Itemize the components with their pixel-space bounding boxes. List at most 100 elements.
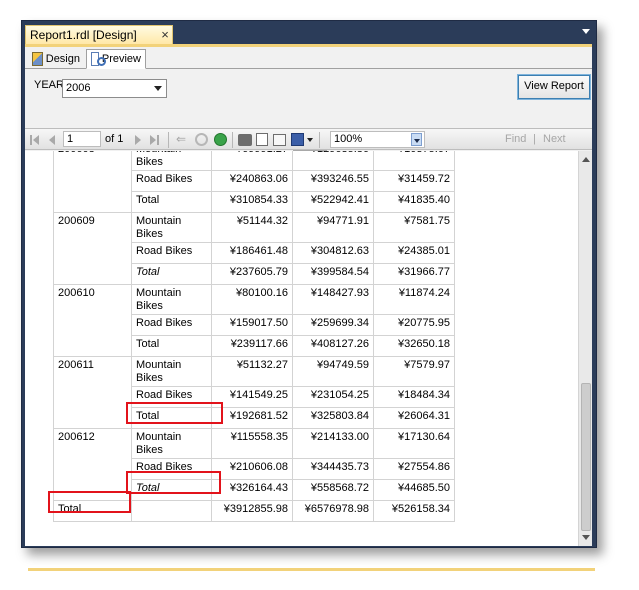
designer-content: Design Preview YEAR 2006 View Report 1 o… [25,44,595,571]
value-cell: ¥26064.31 [373,407,455,429]
value-cell: ¥17130.64 [373,428,455,459]
value-cell: ¥31966.77 [373,263,455,285]
first-page-icon[interactable] [33,135,39,145]
zoom-select[interactable]: 100% [330,131,425,148]
print-icon[interactable] [238,134,252,146]
value-cell: ¥7581.75 [373,212,455,243]
table-row: 200608Mountain Bikes¥69991.27¥129635.86¥… [53,151,455,213]
refresh-icon[interactable] [214,133,227,146]
back-icon[interactable]: ⇐ [176,132,186,146]
value-cell: ¥148427.93 [292,284,374,315]
subcategory-cell: Mountain Bikes [131,428,212,459]
value-cell: ¥192681.52 [211,407,293,429]
next-button[interactable]: Next [543,133,566,147]
document-tab[interactable]: Report1.rdl [Design] × [25,25,173,44]
value-cell: ¥259699.34 [292,314,374,336]
preview-icon [91,52,106,66]
stop-icon[interactable] [195,133,208,146]
report-viewer: 200608Mountain Bikes¥69991.27¥129635.86¥… [25,151,592,546]
value-cell: ¥11874.24 [373,284,455,315]
scroll-down-icon[interactable] [582,535,590,540]
value-cell: ¥408127.26 [292,335,374,357]
window-menu-chevron-icon[interactable] [582,29,590,34]
subcategory-cell: Mountain Bikes [131,212,212,243]
month-cell: 200612 [53,428,132,501]
value-cell: ¥344435.73 [292,458,374,480]
year-select-value: 2006 [66,82,91,94]
highlight-box-total-200611 [126,402,223,424]
value-cell: ¥240863.06 [211,170,293,192]
value-cell: ¥80100.16 [211,284,293,315]
zoom-value: 100% [334,133,363,145]
value-cell: ¥159017.50 [211,314,293,336]
value-cell: ¥186461.48 [211,242,293,264]
empty-cell [131,500,212,522]
highlight-box-grand-total [48,491,131,513]
value-cell: ¥141549.25 [211,386,293,408]
value-cell: ¥558568.72 [292,479,374,501]
report-table: 200608Mountain Bikes¥69991.27¥129635.86¥… [53,151,455,522]
export-dropdown-icon[interactable] [307,138,313,142]
value-cell: ¥41835.40 [373,191,455,213]
chevron-down-icon [411,133,422,146]
scrollbar-thumb[interactable] [581,383,591,531]
value-cell: ¥7579.97 [373,356,455,387]
subcategory-cell: Mountain Bikes [131,284,212,315]
export-icon[interactable] [291,133,304,146]
view-tabs: Design Preview [25,47,592,69]
subcategory-cell: Total [131,191,212,213]
toolbar-separator [319,132,320,148]
page-setup-icon[interactable] [273,134,286,146]
subcategory-cell: Mountain Bikes [131,356,212,387]
current-page-input[interactable]: 1 [63,131,101,147]
value-cell: ¥214133.00 [292,428,374,459]
year-select[interactable]: 2006 [62,79,167,98]
tab-preview-label: Preview [101,53,141,65]
value-cell: ¥24385.01 [373,242,455,264]
value-cell: ¥237605.79 [211,263,293,285]
previous-page-icon[interactable] [49,135,55,145]
value-cell: ¥399584.54 [292,263,374,285]
year-parameter-label: YEAR [34,79,64,91]
value-cell: ¥27554.86 [373,458,455,480]
value-cell: ¥32650.18 [373,335,455,357]
highlight-box-total-200612 [126,471,221,494]
table-row: 200609 Mountain Bikes ¥51144.32 ¥94771.91 ¥7… [53,212,455,285]
next-page-icon[interactable] [135,135,141,145]
value-cell: ¥18484.34 [373,386,455,408]
chevron-down-icon [154,86,162,91]
find-separator: | [533,133,536,145]
value-cell: ¥210606.08 [211,458,293,480]
print-layout-icon[interactable] [256,133,268,146]
month-cell: 200609 [53,212,132,285]
design-icon [32,52,43,66]
subcategory-cell: Total [131,335,212,357]
find-button[interactable]: Find [505,133,526,147]
view-report-button[interactable]: View Report [517,74,591,100]
tab-preview[interactable]: Preview [86,49,146,69]
vertical-scrollbar[interactable] [578,151,592,546]
first-page-bar-icon [30,135,32,145]
subcategory-cell: Mountain Bikes [131,151,212,171]
value-cell: ¥325803.84 [292,407,374,429]
document-tab-title: Report1.rdl [Design] [30,28,137,42]
subcategory-cell: Road Bikes [131,242,212,264]
page-count-label: of 1 [105,133,124,145]
scroll-up-icon[interactable] [582,157,590,162]
month-cell: 200610 [53,284,132,357]
month-cell: 200611 [53,356,132,429]
value-cell: ¥310854.33 [211,191,293,213]
subcategory-cell: Road Bikes [131,314,212,336]
tab-design-label: Design [45,53,80,65]
last-page-icon[interactable] [150,135,156,145]
grand-total-value: ¥526158.34 [373,500,455,522]
toolbar-separator [232,132,233,148]
value-cell: ¥129635.86 [292,151,374,171]
value-cell: ¥522942.41 [292,191,374,213]
parameters-panel: YEAR 2006 View Report [25,70,592,151]
value-cell: ¥115558.35 [211,428,293,459]
tab-design[interactable]: Design [28,49,84,69]
value-cell: ¥393246.55 [292,170,374,192]
close-icon[interactable]: × [158,28,172,42]
value-cell: ¥239117.66 [211,335,293,357]
